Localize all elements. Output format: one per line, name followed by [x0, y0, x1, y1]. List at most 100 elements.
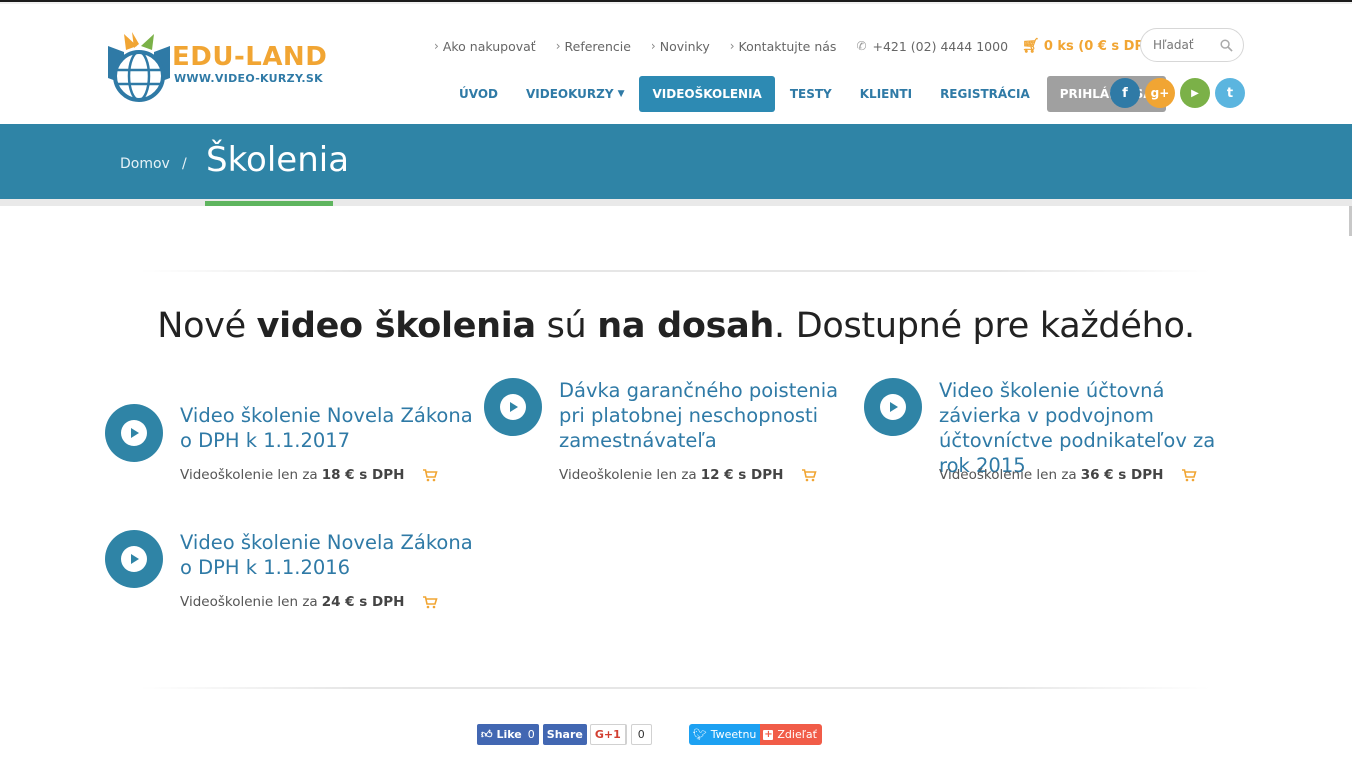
course-card: Video školenie účtovná závierka v podvoj…	[864, 378, 1234, 488]
headline-bold: na dosah	[597, 306, 775, 346]
headline-bold: video školenia	[256, 306, 536, 346]
add-to-cart-icon[interactable]	[422, 468, 438, 482]
title-accent-bar	[205, 201, 333, 206]
price-prefix: Videoškolenie len za	[559, 467, 697, 483]
course-card: Dávka garančného poistenia pri platobnej…	[484, 378, 854, 488]
chevron-down-icon: ▼	[617, 89, 625, 99]
facebook-like-button[interactable]: 👍︎ Like 0	[477, 724, 539, 745]
thumbs-up-icon: 👍︎	[481, 728, 493, 741]
nav-item-registracia[interactable]: REGISTRÁCIA	[927, 76, 1043, 112]
chevron-right-icon: ›	[650, 39, 656, 53]
youtube-icon[interactable]: ▶	[1180, 78, 1210, 108]
util-link-label: Kontaktujte nás	[738, 38, 837, 54]
play-button[interactable]	[105, 530, 163, 588]
fb-like-label: Like	[496, 728, 522, 741]
nav-item-uvod[interactable]: ÚVOD	[446, 76, 511, 112]
chevron-right-icon: ›	[555, 39, 561, 53]
play-icon	[121, 420, 147, 446]
util-link-kontakt[interactable]: › Kontaktujte nás	[730, 39, 837, 54]
twitter-bird-icon: 🐦︎	[692, 728, 707, 741]
util-link-label: Novinky	[659, 38, 710, 54]
nav-item-videokurzy[interactable]: VIDEOKURZY ▼	[513, 76, 638, 112]
page-title: Školenia	[206, 140, 350, 180]
course-price: Videoškolenie len za 12 € s DPH	[559, 467, 817, 483]
add-to-cart-icon[interactable]	[422, 595, 438, 609]
tweet-button[interactable]: 🐦︎ Tweetnu	[688, 724, 761, 745]
add-to-cart-icon[interactable]	[801, 468, 817, 482]
gplus-count: 0	[630, 724, 652, 745]
play-button[interactable]	[105, 404, 163, 462]
globe-book-icon	[108, 32, 170, 102]
phone-label: +421 (02) 4444 1000	[872, 38, 1009, 54]
plus-icon: +	[763, 729, 774, 740]
breadcrumb-separator: /	[182, 156, 187, 172]
course-title[interactable]: Video školenie účtovná závierka v podvoj…	[939, 378, 1239, 478]
google-plus-button[interactable]: G+1	[589, 724, 627, 745]
nav-item-testy[interactable]: TESTY	[777, 76, 845, 112]
main-nav: ÚVOD VIDEOKURZY ▼ VIDEOŠKOLENIA TESTY KLI…	[446, 76, 1168, 112]
site-header: EDU-LAND WWW.VIDEO-KURZY.SK › Ako nakupov…	[0, 4, 1352, 124]
course-title[interactable]: Video školenie Novela Zákona o DPH k 1.1…	[180, 530, 480, 580]
headline-text: Nové	[157, 306, 257, 346]
course-title[interactable]: Video školenie Novela Zákona o DPH k 1.1…	[180, 403, 480, 453]
share-bar: 👍︎ Like 0 Share G+1 0 🐦︎ Tweetnu + Zdieľať	[477, 724, 822, 745]
share-label: Zdieľať	[777, 728, 817, 741]
price-prefix: Videoškolenie len za	[939, 467, 1077, 483]
phone-icon: ✆	[856, 39, 867, 53]
nav-item-label: VIDEOKURZY	[525, 87, 614, 101]
search-icon[interactable]	[1220, 38, 1233, 52]
divider	[140, 687, 1210, 689]
price-prefix: Videoškolenie len za	[180, 467, 318, 483]
phone-number[interactable]: ✆ +421 (02) 4444 1000	[856, 39, 1008, 54]
search-input[interactable]: Hľadať	[1140, 28, 1244, 62]
price-prefix: Videoškolenie len za	[180, 594, 318, 610]
course-card: Video školenie Novela Zákona o DPH k 1.1…	[105, 530, 475, 620]
util-link-novinky[interactable]: › Novinky	[651, 39, 710, 54]
util-link-label: Ako nakupovať	[442, 38, 536, 54]
title-underline	[0, 199, 1352, 206]
nav-item-videoskolenia[interactable]: VIDEOŠKOLENIA	[639, 76, 775, 112]
headline-text: . Dostupné pre každého.	[774, 306, 1195, 346]
course-price: Videoškolenie len za 36 € s DPH	[939, 467, 1197, 483]
facebook-icon[interactable]: f	[1110, 78, 1140, 108]
util-link-label: Referencie	[564, 38, 631, 54]
twitter-icon[interactable]: t	[1215, 78, 1245, 108]
fb-like-count: 0	[527, 728, 535, 741]
social-links: f g+ ▶ t	[1110, 78, 1250, 108]
play-icon	[880, 394, 906, 420]
utility-nav: › Ako nakupovať › Referencie › Novinky › Kon…	[434, 38, 1161, 54]
util-link-referencie[interactable]: › Referencie	[556, 39, 631, 54]
util-link-ako-nakupovat[interactable]: › Ako nakupovať	[434, 39, 536, 54]
page-title-band: Domov / Školenia	[0, 124, 1352, 199]
chevron-right-icon: ›	[434, 39, 439, 53]
play-icon	[500, 394, 526, 420]
share-button[interactable]: + Zdieľať	[760, 724, 822, 745]
add-to-cart-icon[interactable]	[1181, 468, 1197, 482]
logo-url: WWW.VIDEO-KURZY.SK	[174, 72, 323, 85]
price-value: 36 € s DPH	[1080, 467, 1164, 483]
course-title[interactable]: Dávka garančného poistenia pri platobnej…	[559, 378, 859, 453]
google-plus-icon[interactable]: g+	[1145, 78, 1175, 108]
play-icon	[121, 546, 147, 572]
divider	[140, 270, 1210, 272]
price-value: 12 € s DPH	[700, 467, 784, 483]
gplus-label: G+1	[591, 725, 626, 744]
course-card: Video školenie Novela Zákona o DPH k 1.1…	[105, 378, 475, 488]
play-button[interactable]	[484, 378, 542, 436]
course-price: Videoškolenie len za 24 € s DPH	[180, 594, 438, 610]
price-value: 24 € s DPH	[321, 594, 405, 610]
play-button[interactable]	[864, 378, 922, 436]
price-value: 18 € s DPH	[321, 467, 405, 483]
shopping-cart-icon: 🛒︎	[1022, 38, 1040, 54]
logo[interactable]: EDU-LAND WWW.VIDEO-KURZY.SK	[104, 30, 344, 106]
course-price: Videoškolenie len za 18 € s DPH	[180, 467, 438, 483]
facebook-share-button[interactable]: Share	[542, 724, 587, 745]
logo-title: EDU-LAND	[172, 42, 328, 72]
breadcrumb-home[interactable]: Domov	[120, 156, 170, 172]
search-placeholder: Hľadať	[1153, 38, 1194, 52]
headline-text: sú	[535, 306, 598, 346]
tweet-label: Tweetnu	[710, 728, 757, 741]
headline: Nové video školenia sú na dosah. Dostupn…	[0, 306, 1352, 346]
chevron-right-icon: ›	[729, 39, 735, 53]
nav-item-klienti[interactable]: KLIENTI	[847, 76, 925, 112]
